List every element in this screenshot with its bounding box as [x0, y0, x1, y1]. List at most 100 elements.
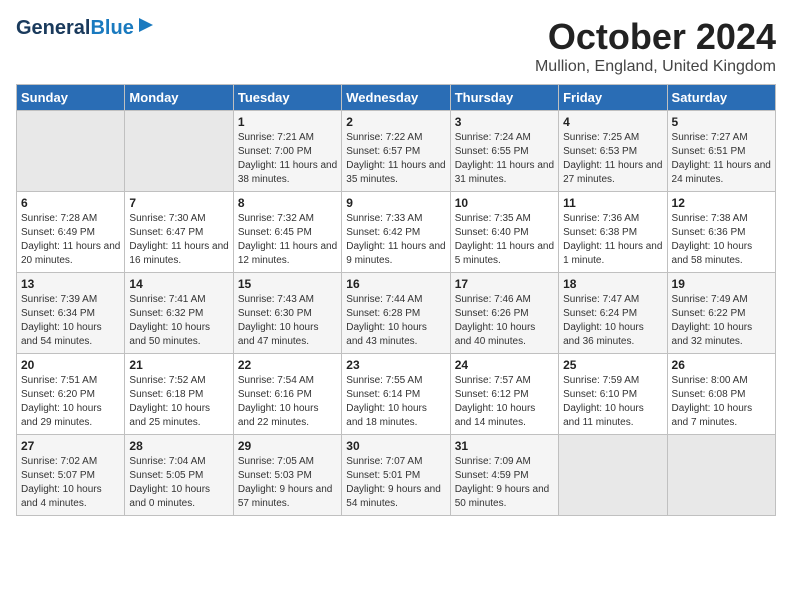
day-number: 16	[346, 277, 445, 291]
page-header: GeneralBlue October 2024 Mullion, Englan…	[16, 16, 776, 76]
weekday-header-thursday: Thursday	[450, 85, 558, 111]
day-info: Sunrise: 7:47 AMSunset: 6:24 PMDaylight:…	[563, 293, 662, 349]
day-info: Sunrise: 7:05 AMSunset: 5:03 PMDaylight:…	[238, 455, 337, 511]
calendar-cell: 8 Sunrise: 7:32 AMSunset: 6:45 PMDaylight…	[233, 192, 341, 273]
calendar-cell: 27 Sunrise: 7:02 AMSunset: 5:07 PMDayligh…	[17, 435, 125, 516]
day-number: 3	[455, 115, 554, 129]
day-info: Sunrise: 7:32 AMSunset: 6:45 PMDaylight:…	[238, 212, 337, 268]
location: Mullion, England, United Kingdom	[535, 58, 776, 76]
week-row-2: 13Sunrise: 7:39 AMSunset: 6:34 PMDayligh…	[17, 273, 776, 354]
day-info: Sunrise: 7:09 AMSunset: 4:59 PMDaylight:…	[455, 455, 554, 511]
day-info: Sunrise: 7:24 AMSunset: 6:55 PMDaylight:…	[455, 131, 554, 187]
calendar-cell: 26Sunrise: 8:00 AMSunset: 6:08 PMDayligh…	[667, 354, 775, 435]
day-number: 21	[129, 358, 228, 372]
day-info: Sunrise: 7:51 AMSunset: 6:20 PMDaylight:…	[21, 374, 120, 430]
calendar-cell: 11 Sunrise: 7:36 AMSunset: 6:38 PMDayligh…	[559, 192, 667, 273]
day-number: 1	[238, 115, 337, 129]
day-number: 6	[21, 196, 120, 210]
calendar-cell: 20 Sunrise: 7:51 AMSunset: 6:20 PMDayligh…	[17, 354, 125, 435]
calendar-cell: 31 Sunrise: 7:09 AMSunset: 4:59 PMDayligh…	[450, 435, 558, 516]
calendar-cell: 14Sunrise: 7:41 AMSunset: 6:32 PMDayligh…	[125, 273, 233, 354]
day-info: Sunrise: 7:55 AMSunset: 6:14 PMDaylight:…	[346, 374, 445, 430]
day-info: Sunrise: 7:59 AMSunset: 6:10 PMDaylight:…	[563, 374, 662, 430]
calendar-cell: 21 Sunrise: 7:52 AMSunset: 6:18 PMDayligh…	[125, 354, 233, 435]
day-info: Sunrise: 7:49 AMSunset: 6:22 PMDaylight:…	[672, 293, 771, 349]
day-number: 5	[672, 115, 771, 129]
day-info: Sunrise: 7:39 AMSunset: 6:34 PMDaylight:…	[21, 293, 120, 349]
calendar-cell: 29 Sunrise: 7:05 AMSunset: 5:03 PMDayligh…	[233, 435, 341, 516]
weekday-header-friday: Friday	[559, 85, 667, 111]
day-info: Sunrise: 7:57 AMSunset: 6:12 PMDaylight:…	[455, 374, 554, 430]
calendar-cell	[559, 435, 667, 516]
day-number: 14	[129, 277, 228, 291]
calendar-cell: 5 Sunrise: 7:27 AMSunset: 6:51 PMDaylight…	[667, 111, 775, 192]
day-number: 19	[672, 277, 771, 291]
calendar-cell: 1 Sunrise: 7:21 AMSunset: 7:00 PMDaylight…	[233, 111, 341, 192]
calendar-cell: 22 Sunrise: 7:54 AMSunset: 6:16 PMDayligh…	[233, 354, 341, 435]
day-number: 29	[238, 439, 337, 453]
day-number: 25	[563, 358, 662, 372]
day-info: Sunrise: 7:25 AMSunset: 6:53 PMDaylight:…	[563, 131, 662, 187]
week-row-0: 1 Sunrise: 7:21 AMSunset: 7:00 PMDaylight…	[17, 111, 776, 192]
day-info: Sunrise: 7:21 AMSunset: 7:00 PMDaylight:…	[238, 131, 337, 187]
week-row-1: 6Sunrise: 7:28 AMSunset: 6:49 PMDaylight…	[17, 192, 776, 273]
day-info: Sunrise: 7:46 AMSunset: 6:26 PMDaylight:…	[455, 293, 554, 349]
weekday-header-saturday: Saturday	[667, 85, 775, 111]
day-info: Sunrise: 7:35 AMSunset: 6:40 PMDaylight:…	[455, 212, 554, 268]
calendar-cell: 15 Sunrise: 7:43 AMSunset: 6:30 PMDayligh…	[233, 273, 341, 354]
calendar-header-row: SundayMondayTuesdayWednesdayThursdayFrid…	[17, 85, 776, 111]
calendar-table: SundayMondayTuesdayWednesdayThursdayFrid…	[16, 84, 776, 516]
calendar-cell: 10Sunrise: 7:35 AMSunset: 6:40 PMDayligh…	[450, 192, 558, 273]
day-number: 8	[238, 196, 337, 210]
calendar-cell: 7 Sunrise: 7:30 AMSunset: 6:47 PMDaylight…	[125, 192, 233, 273]
logo-text: GeneralBlue	[16, 18, 134, 38]
day-info: Sunrise: 7:04 AMSunset: 5:05 PMDaylight:…	[129, 455, 228, 511]
day-number: 28	[129, 439, 228, 453]
calendar-cell: 24 Sunrise: 7:57 AMSunset: 6:12 PMDayligh…	[450, 354, 558, 435]
calendar-cell: 2 Sunrise: 7:22 AMSunset: 6:57 PMDaylight…	[342, 111, 450, 192]
day-number: 23	[346, 358, 445, 372]
weekday-header-sunday: Sunday	[17, 85, 125, 111]
day-number: 30	[346, 439, 445, 453]
day-info: Sunrise: 7:54 AMSunset: 6:16 PMDaylight:…	[238, 374, 337, 430]
calendar-cell: 6Sunrise: 7:28 AMSunset: 6:49 PMDaylight…	[17, 192, 125, 273]
day-info: Sunrise: 7:22 AMSunset: 6:57 PMDaylight:…	[346, 131, 445, 187]
day-number: 22	[238, 358, 337, 372]
day-info: Sunrise: 7:07 AMSunset: 5:01 PMDaylight:…	[346, 455, 445, 511]
calendar-cell	[125, 111, 233, 192]
day-number: 12	[672, 196, 771, 210]
day-info: Sunrise: 7:30 AMSunset: 6:47 PMDaylight:…	[129, 212, 228, 268]
day-info: Sunrise: 7:43 AMSunset: 6:30 PMDaylight:…	[238, 293, 337, 349]
day-number: 24	[455, 358, 554, 372]
day-number: 18	[563, 277, 662, 291]
day-number: 31	[455, 439, 554, 453]
day-number: 4	[563, 115, 662, 129]
day-info: Sunrise: 8:00 AMSunset: 6:08 PMDaylight:…	[672, 374, 771, 430]
calendar-cell: 25 Sunrise: 7:59 AMSunset: 6:10 PMDayligh…	[559, 354, 667, 435]
calendar-cell: 17Sunrise: 7:46 AMSunset: 6:26 PMDayligh…	[450, 273, 558, 354]
calendar-cell: 4 Sunrise: 7:25 AMSunset: 6:53 PMDaylight…	[559, 111, 667, 192]
calendar-cell: 3 Sunrise: 7:24 AMSunset: 6:55 PMDaylight…	[450, 111, 558, 192]
week-row-4: 27 Sunrise: 7:02 AMSunset: 5:07 PMDayligh…	[17, 435, 776, 516]
month-title: October 2024	[535, 16, 776, 58]
day-info: Sunrise: 7:52 AMSunset: 6:18 PMDaylight:…	[129, 374, 228, 430]
day-number: 9	[346, 196, 445, 210]
day-number: 20	[21, 358, 120, 372]
calendar-cell: 9Sunrise: 7:33 AMSunset: 6:42 PMDaylight…	[342, 192, 450, 273]
calendar-cell	[667, 435, 775, 516]
calendar-cell: 16 Sunrise: 7:44 AMSunset: 6:28 PMDayligh…	[342, 273, 450, 354]
week-row-3: 20 Sunrise: 7:51 AMSunset: 6:20 PMDayligh…	[17, 354, 776, 435]
calendar-cell: 19 Sunrise: 7:49 AMSunset: 6:22 PMDayligh…	[667, 273, 775, 354]
calendar-body: 1 Sunrise: 7:21 AMSunset: 7:00 PMDaylight…	[17, 111, 776, 516]
day-info: Sunrise: 7:27 AMSunset: 6:51 PMDaylight:…	[672, 131, 771, 187]
day-number: 11	[563, 196, 662, 210]
day-number: 15	[238, 277, 337, 291]
day-number: 27	[21, 439, 120, 453]
logo-arrow-icon	[137, 16, 155, 34]
day-number: 7	[129, 196, 228, 210]
day-info: Sunrise: 7:02 AMSunset: 5:07 PMDaylight:…	[21, 455, 120, 511]
day-number: 2	[346, 115, 445, 129]
calendar-cell: 30 Sunrise: 7:07 AMSunset: 5:01 PMDayligh…	[342, 435, 450, 516]
day-info: Sunrise: 7:36 AMSunset: 6:38 PMDaylight:…	[563, 212, 662, 268]
day-info: Sunrise: 7:44 AMSunset: 6:28 PMDaylight:…	[346, 293, 445, 349]
